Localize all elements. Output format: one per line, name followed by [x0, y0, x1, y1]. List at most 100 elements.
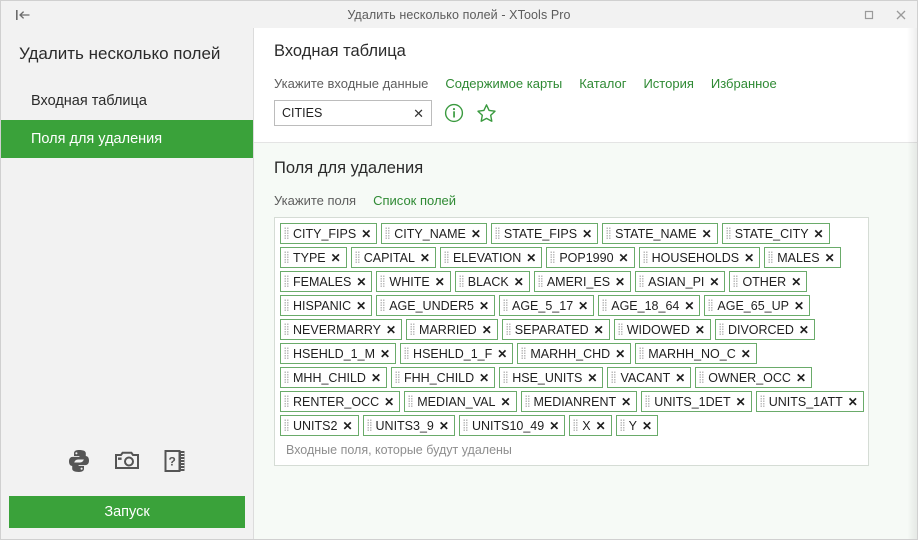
drag-handle-icon[interactable] — [494, 227, 500, 240]
remove-field-icon[interactable]: ✕ — [439, 420, 449, 432]
field-tag[interactable]: MALES ✕ — [764, 247, 841, 268]
drag-handle-icon[interactable] — [708, 299, 714, 312]
drag-handle-icon[interactable] — [366, 419, 372, 432]
field-tag[interactable]: MARHH_CHD ✕ — [517, 343, 632, 364]
drag-handle-icon[interactable] — [380, 299, 386, 312]
remove-field-icon[interactable]: ✕ — [582, 228, 592, 240]
remove-field-icon[interactable]: ✕ — [384, 396, 394, 408]
remove-field-icon[interactable]: ✕ — [825, 252, 835, 264]
field-tag[interactable]: HSEHLD_1_M ✕ — [280, 343, 397, 364]
remove-field-icon[interactable]: ✕ — [695, 324, 705, 336]
remove-field-icon[interactable]: ✕ — [736, 396, 746, 408]
remove-field-icon[interactable]: ✕ — [356, 276, 366, 288]
drag-handle-icon[interactable] — [284, 299, 289, 312]
drag-handle-icon[interactable] — [284, 251, 289, 264]
field-tag[interactable]: ASIAN_PI ✕ — [635, 271, 726, 292]
drag-handle-icon[interactable] — [573, 419, 579, 432]
drag-handle-icon[interactable] — [521, 347, 527, 360]
field-tag[interactable]: FHH_CHILD ✕ — [391, 367, 496, 388]
remove-field-icon[interactable]: ✕ — [356, 300, 366, 312]
remove-field-icon[interactable]: ✕ — [684, 300, 694, 312]
drag-handle-icon[interactable] — [639, 275, 645, 288]
maximize-icon[interactable] — [853, 1, 885, 28]
remove-field-icon[interactable]: ✕ — [741, 348, 751, 360]
field-tag[interactable]: UNITS_1ATT ✕ — [755, 391, 864, 412]
remove-field-icon[interactable]: ✕ — [526, 252, 536, 264]
field-tag[interactable]: NEVERMARRY ✕ — [280, 319, 403, 340]
remove-field-icon[interactable]: ✕ — [615, 348, 625, 360]
drag-handle-icon[interactable] — [639, 347, 645, 360]
drag-handle-icon[interactable] — [284, 371, 289, 384]
field-tag[interactable]: MARHH_NO_C ✕ — [635, 343, 757, 364]
field-tag[interactable]: STATE_CITY ✕ — [721, 223, 830, 244]
remove-field-icon[interactable]: ✕ — [848, 396, 858, 408]
python-icon[interactable] — [66, 448, 92, 474]
link-catalog[interactable]: Каталог — [579, 76, 626, 91]
remove-field-icon[interactable]: ✕ — [331, 252, 341, 264]
field-tag[interactable]: DIVORCED ✕ — [714, 319, 815, 340]
field-tag[interactable]: Y ✕ — [615, 415, 659, 436]
remove-field-icon[interactable]: ✕ — [619, 252, 629, 264]
remove-field-icon[interactable]: ✕ — [744, 252, 754, 264]
field-tag[interactable]: TYPE ✕ — [280, 247, 347, 268]
star-icon[interactable] — [476, 103, 497, 124]
info-icon[interactable] — [444, 103, 464, 123]
drag-handle-icon[interactable] — [284, 347, 289, 360]
field-tag[interactable]: UNITS3_9 ✕ — [362, 415, 455, 436]
drag-handle-icon[interactable] — [611, 371, 617, 384]
field-tag[interactable]: HSE_UNITS ✕ — [499, 367, 604, 388]
close-icon[interactable] — [885, 1, 917, 28]
remove-field-icon[interactable]: ✕ — [615, 276, 625, 288]
field-tag[interactable]: MEDIANRENT ✕ — [520, 391, 638, 412]
field-tag[interactable]: UNITS_1DET ✕ — [641, 391, 752, 412]
remove-field-icon[interactable]: ✕ — [479, 372, 489, 384]
remove-field-icon[interactable]: ✕ — [497, 348, 507, 360]
drag-handle-icon[interactable] — [617, 323, 623, 336]
link-field-list[interactable]: Список полей — [373, 193, 456, 208]
remove-field-icon[interactable]: ✕ — [549, 420, 559, 432]
remove-field-icon[interactable]: ✕ — [621, 396, 631, 408]
remove-field-icon[interactable]: ✕ — [675, 372, 685, 384]
remove-field-icon[interactable]: ✕ — [791, 276, 801, 288]
drag-handle-icon[interactable] — [462, 419, 468, 432]
field-tag[interactable]: CITY_FIPS ✕ — [280, 223, 378, 244]
drag-handle-icon[interactable] — [408, 395, 414, 408]
field-tag[interactable]: MARRIED ✕ — [406, 319, 498, 340]
remove-field-icon[interactable]: ✕ — [702, 228, 712, 240]
remove-field-icon[interactable]: ✕ — [371, 372, 381, 384]
run-button[interactable]: Запуск — [9, 496, 245, 528]
link-map-contents[interactable]: Содержимое карты — [445, 76, 562, 91]
field-tag[interactable]: AGE_UNDER5 ✕ — [376, 295, 495, 316]
drag-handle-icon[interactable] — [284, 227, 289, 240]
drag-handle-icon[interactable] — [404, 347, 410, 360]
remove-field-icon[interactable]: ✕ — [794, 300, 804, 312]
link-favorites[interactable]: Избранное — [711, 76, 777, 91]
drag-handle-icon[interactable] — [380, 275, 386, 288]
drag-handle-icon[interactable] — [503, 299, 508, 312]
drag-handle-icon[interactable] — [354, 251, 360, 264]
remove-field-icon[interactable]: ✕ — [799, 324, 809, 336]
field-tag[interactable]: VACANT ✕ — [607, 367, 692, 388]
remove-field-icon[interactable]: ✕ — [420, 252, 430, 264]
field-tag[interactable]: UNITS10_49 ✕ — [458, 415, 566, 436]
help-book-icon[interactable]: ? — [162, 448, 188, 474]
remove-field-icon[interactable]: ✕ — [642, 420, 652, 432]
field-tag[interactable]: POP1990 ✕ — [546, 247, 635, 268]
drag-handle-icon[interactable] — [550, 251, 556, 264]
drag-handle-icon[interactable] — [503, 371, 509, 384]
drag-handle-icon[interactable] — [284, 419, 289, 432]
drag-handle-icon[interactable] — [284, 323, 289, 336]
field-tag[interactable]: OTHER ✕ — [729, 271, 808, 292]
drag-handle-icon[interactable] — [733, 275, 739, 288]
link-history[interactable]: История — [643, 76, 693, 91]
drag-handle-icon[interactable] — [642, 251, 648, 264]
field-tag[interactable]: CITY_NAME ✕ — [381, 223, 487, 244]
drag-handle-icon[interactable] — [606, 227, 612, 240]
remove-field-icon[interactable]: ✕ — [380, 348, 390, 360]
remove-field-icon[interactable]: ✕ — [514, 276, 524, 288]
remove-field-icon[interactable]: ✕ — [596, 420, 606, 432]
field-tag[interactable]: HSEHLD_1_F ✕ — [400, 343, 514, 364]
remove-field-icon[interactable]: ✕ — [587, 372, 597, 384]
field-tag[interactable]: HOUSEHOLDS ✕ — [638, 247, 761, 268]
remove-field-icon[interactable]: ✕ — [500, 396, 510, 408]
